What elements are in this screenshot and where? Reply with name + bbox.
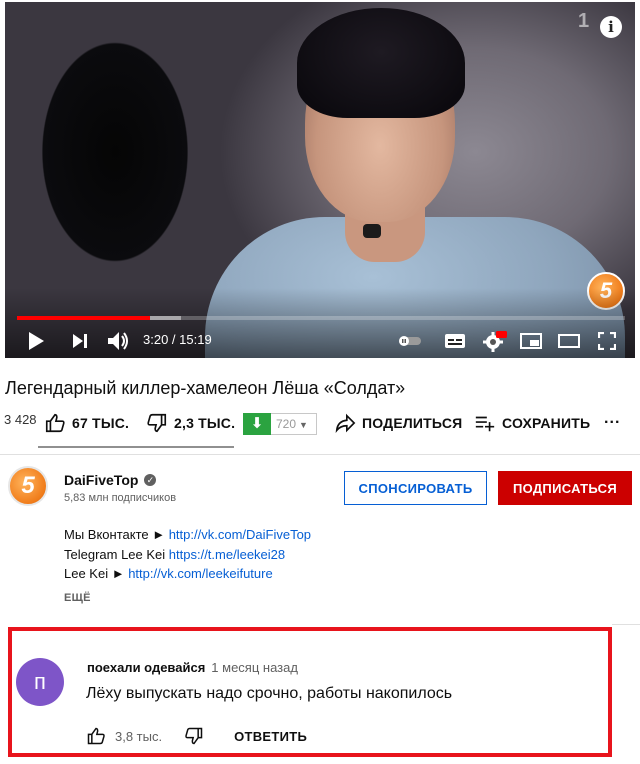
chevron-down-icon: ▼ [299,420,308,430]
miniplayer-button[interactable] [517,326,545,356]
comment-header: поехали одевайся 1 месяц назад [87,660,298,675]
save-label: СОХРАНИТЬ [502,415,591,431]
description-line: Lee Kei ► http://vk.com/leekeifuture [64,564,311,584]
thumbs-up-icon [45,413,65,433]
section-divider [0,454,640,455]
download-widget[interactable]: ⬇ 720 ▼ [243,413,317,435]
gear-icon [483,331,507,352]
info-icon[interactable]: i [600,16,622,38]
youtube-watch-page: 1 i 5 3:20 / 15:19 [0,0,640,764]
duration: 15:19 [179,332,212,347]
subscriber-count: 5,83 млн подписчиков [64,492,177,504]
fullscreen-button[interactable] [593,326,621,356]
comment-like-button[interactable] [86,726,106,746]
thumbs-down-icon [147,413,167,433]
description-link[interactable]: http://vk.com/leekeifuture [128,566,273,581]
skip-next-icon [73,334,87,348]
description-text: Telegram Lee Kei [64,546,169,562]
thumbs-down-icon [185,727,203,745]
progress-played [17,316,150,320]
channel-name[interactable]: DaiFiveTop [64,472,138,488]
more-actions-button[interactable]: ··· [604,408,621,438]
fullscreen-icon [598,332,616,350]
theater-mode-icon [558,334,580,348]
description-text: Lee Kei ► [64,566,129,581]
video-title: Легендарный киллер-хамелеон Лёша «Солдат… [5,378,406,398]
time-separator: / [168,332,180,347]
share-button[interactable]: ПОДЕЛИТЬСЯ [334,408,462,438]
sponsor-button[interactable]: СПОНСИРОВАТЬ [344,471,487,505]
comment-author[interactable]: поехали одевайся [87,660,205,675]
comment-text: Лёху выпускать надо срочно, работы накоп… [86,685,453,702]
description-line: Мы Вконтакте ► http://vk.com/DaiFiveTop [64,525,311,545]
autoplay-toggle[interactable] [397,326,423,356]
comment-dislike-button[interactable] [184,726,204,746]
next-button[interactable] [65,326,95,356]
subtitles-button[interactable] [441,326,469,356]
autoplay-toggle-icon [399,336,421,346]
comment-timestamp[interactable]: 1 месяц назад [211,660,298,675]
time-display: 3:20 / 15:19 [143,332,212,347]
more-dots-icon: ··· [604,414,621,431]
view-count: 3 428 [4,412,37,427]
theater-mode-button[interactable] [555,326,583,356]
video-description: Мы Вконтакте ► http://vk.com/DaiFiveTop … [64,525,311,584]
thumbs-up-icon [87,727,105,745]
comment-like-count: 3,8 тыс. [115,728,163,744]
section-divider [612,624,640,625]
volume-icon [108,332,128,350]
video-player[interactable]: 1 i 5 3:20 / 15:19 [5,2,635,358]
comment-actions: 3,8 тыс. ОТВЕТИТЬ [86,724,307,748]
comment-avatar[interactable]: п [16,658,64,706]
comment-reply-button[interactable]: ОТВЕТИТЬ [234,729,307,744]
play-button[interactable] [21,326,51,356]
subtitles-icon [445,334,465,348]
miniplayer-icon [520,333,542,349]
download-arrow-icon[interactable]: ⬇ [243,413,271,435]
share-icon [335,413,356,434]
description-link[interactable]: http://vk.com/DaiFiveTop [169,527,311,542]
settings-button[interactable] [481,326,509,356]
show-more-button[interactable]: ЕЩЁ [64,592,91,604]
channel-avatar[interactable]: 5 [8,466,48,506]
video-frame-microphone [363,224,381,238]
progress-bar[interactable] [17,316,625,320]
download-quality-value: 720 [276,417,297,431]
subscribe-button[interactable]: ПОДПИСАТЬСЯ [498,471,632,505]
like-button[interactable]: 67 ТЫС. [44,408,129,438]
video-frame-hair [297,8,465,118]
volume-button[interactable] [103,326,133,356]
description-text: Мы Вконтакте ► [64,527,169,542]
description-link[interactable]: https://t.me/leekei28 [169,547,285,562]
channel-name-row: DaiFiveTop ✓ [64,472,157,488]
like-count: 67 ТЫС. [72,415,130,431]
description-line: Telegram Lee Kei https://t.me/leekei28 [64,545,311,565]
dislike-count: 2,3 ТЫС. [174,415,236,431]
like-ratio-bar [38,446,234,448]
save-button[interactable]: СОХРАНИТЬ [474,408,590,438]
playlist-add-icon [475,416,495,432]
verified-check-icon: ✓ [144,474,157,486]
current-time: 3:20 [143,332,169,347]
download-quality-select[interactable]: 720 ▼ [271,413,317,435]
video-actions-row: 3 428 67 ТЫС. 2,3 ТЫС. ПОДЕЛИТЬСЯ СОХРАН… [0,408,640,448]
dislike-button[interactable]: 2,3 ТЫС. [146,408,235,438]
play-icon [29,332,44,350]
share-label: ПОДЕЛИТЬСЯ [362,415,463,431]
